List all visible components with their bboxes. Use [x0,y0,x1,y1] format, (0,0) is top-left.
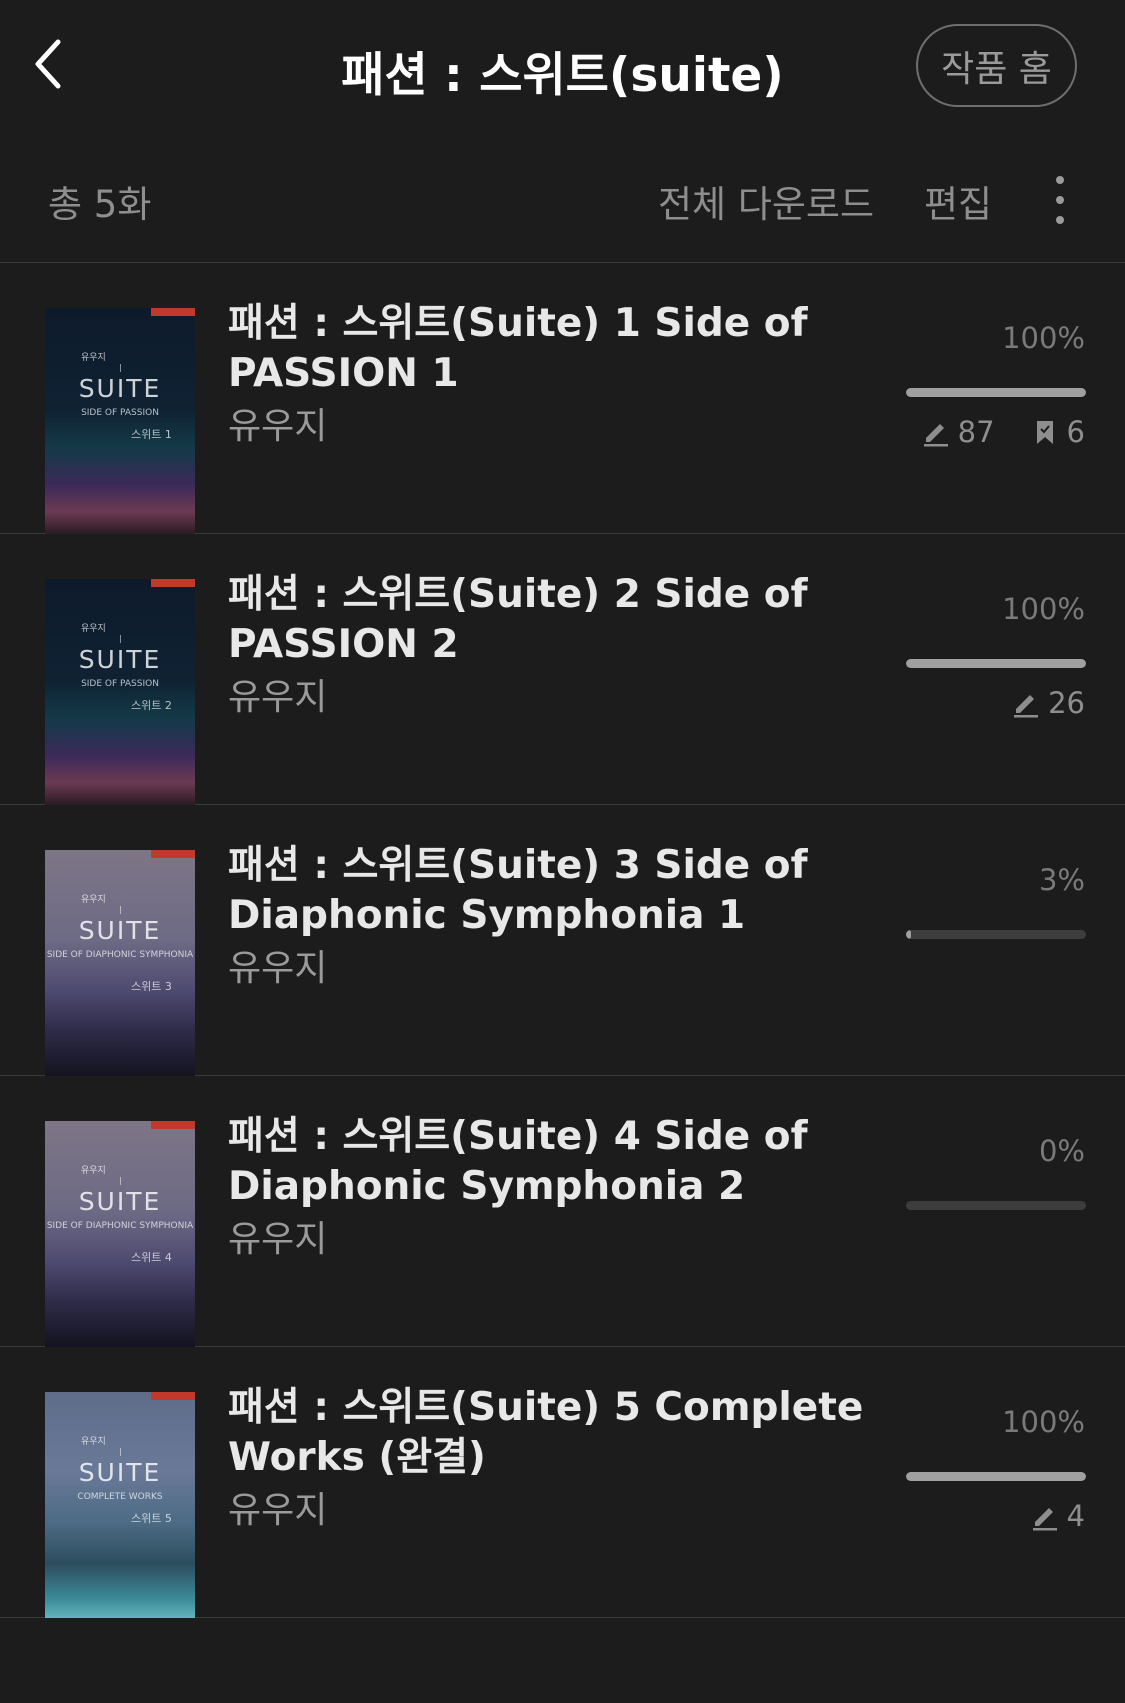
progress-bar [906,1472,1086,1481]
episode-count: 총 5화 [48,183,152,226]
episode-author: 유우지 [228,948,328,989]
list-toolbar: 총 5화 전체 다운로드 편집 [0,130,1125,263]
bookmark-count: 6 [1066,415,1085,449]
progress-percent: 0% [1038,1134,1085,1168]
episode-author: 유우지 [228,677,328,718]
episode-title: 패션 : 스위트(Suite) 1 Side of PASSION 1 [228,301,808,396]
episode-title: 패션 : 스위트(Suite) 2 Side of PASSION 2 [228,572,808,667]
episode-title: 패션 : 스위트(Suite) 3 Side of Diaphonic Symp… [228,843,808,938]
episode-stats: 4 [1031,1499,1085,1533]
episode-item[interactable]: 유우지 SUITE COMPLETE WORKS 스위트 5 패션 : 스위트(… [0,1347,1125,1618]
more-options-button[interactable] [1040,172,1080,228]
pencil-icon [1014,695,1039,718]
progress-bar [906,388,1086,397]
progress-bar [906,930,1086,939]
cover-image: 유우지 SUITE SIDE OF PASSION 스위트 2 [45,579,195,805]
pencil-icon [1032,1508,1057,1531]
bookmark-icon [1036,421,1053,444]
progress-percent: 100% [1002,321,1085,355]
progress-percent: 3% [1038,863,1085,897]
progress-percent: 100% [1002,592,1085,626]
episode-item[interactable]: 유우지 SUITE SIDE OF PASSION 스위트 2 패션 : 스위트… [0,534,1125,805]
page-title: 패션 : 스위트(suite) [341,48,784,103]
cover-image: 유우지 SUITE COMPLETE WORKS 스위트 5 [45,1392,195,1618]
cover-image: 유우지 SUITE SIDE OF DIAPHONIC SYMPHONIA 스위… [45,1121,195,1347]
note-count: 4 [1066,1499,1085,1533]
episode-item[interactable]: 유우지 SUITE SIDE OF DIAPHONIC SYMPHONIA 스위… [0,1076,1125,1347]
back-button[interactable] [24,28,84,98]
series-home-button[interactable]: 작품 홈 [916,24,1077,107]
episode-item[interactable]: 유우지 SUITE SIDE OF DIAPHONIC SYMPHONIA 스위… [0,805,1125,1076]
note-count: 87 [957,415,995,449]
edit-button[interactable]: 편집 [924,174,992,228]
episode-stats: 26 [1012,686,1085,720]
progress-bar [906,1201,1086,1210]
episode-stats: 87 6 [922,415,1085,449]
progress-percent: 100% [1002,1405,1085,1439]
note-count: 26 [1048,686,1085,720]
cover-image: 유우지 SUITE SIDE OF PASSION 스위트 1 [45,308,195,534]
chevron-left-icon [35,39,61,89]
episode-list-screen: 패션 : 스위트(suite) 작품 홈 총 5화 전체 다운로드 편집 유우지… [0,0,1125,1703]
episode-title: 패션 : 스위트(Suite) 4 Side of Diaphonic Symp… [228,1114,808,1209]
episode-author: 유우지 [228,406,328,447]
header: 패션 : 스위트(suite) 작품 홈 [0,0,1125,130]
pencil-icon [923,424,948,447]
episode-title: 패션 : 스위트(Suite) 5 Complete Works (완결) [228,1385,864,1480]
episode-author: 유우지 [228,1219,328,1260]
episode-item[interactable]: 유우지 SUITE SIDE OF PASSION 스위트 1 패션 : 스위트… [0,263,1125,534]
episode-author: 유우지 [228,1490,328,1531]
cover-image: 유우지 SUITE SIDE OF DIAPHONIC SYMPHONIA 스위… [45,850,195,1076]
download-all-button[interactable]: 전체 다운로드 [658,174,874,228]
progress-bar [906,659,1086,668]
